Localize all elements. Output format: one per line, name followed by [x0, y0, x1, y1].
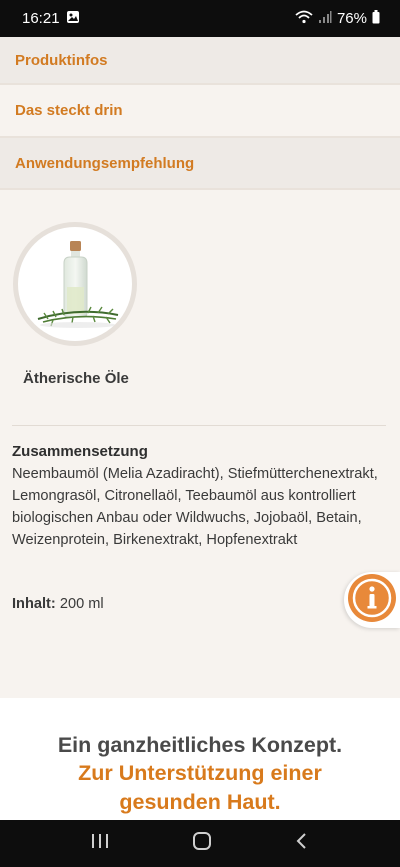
- battery-percent: 76%: [336, 10, 367, 27]
- accordion-label: Anwendungsempfehlung: [15, 154, 195, 172]
- accordion-das-steckt-drin[interactable]: Das steckt drin: [0, 85, 400, 138]
- home-icon[interactable]: [191, 830, 213, 857]
- signal-icon: [318, 10, 332, 28]
- back-icon[interactable]: [294, 831, 310, 856]
- system-navigation-bar: [0, 820, 400, 867]
- product-label: Ätherische Öle: [23, 370, 129, 387]
- accordion-produktinfos[interactable]: Produktinfos: [0, 37, 400, 85]
- promo-headline: Ein ganzheitliches Konzept.: [57, 733, 343, 757]
- status-time: 16:21: [22, 10, 60, 27]
- gallery-notification-icon: [66, 10, 80, 28]
- wifi-icon: [295, 10, 313, 28]
- promo-subline-2: gesunden Haut.: [119, 790, 281, 814]
- info-button[interactable]: [344, 572, 400, 628]
- accordion-label: Das steckt drin: [15, 102, 123, 119]
- divider: [12, 425, 386, 426]
- recent-apps-icon[interactable]: [90, 832, 110, 855]
- essential-oil-bottle-icon: [13, 222, 137, 346]
- content-amount: Inhalt: 200 ml: [12, 596, 104, 612]
- content-label: Inhalt:: [12, 596, 56, 612]
- status-bar: 16:21 76%: [0, 0, 400, 37]
- composition-text: Neembaumöl (Melia Azadiracht), Stiefmütt…: [12, 466, 378, 548]
- accordion-anwendungsempfehlung[interactable]: Anwendungsempfehlung: [0, 138, 400, 190]
- content-value: 200 ml: [55, 596, 104, 612]
- accordion-label: Produktinfos: [15, 51, 108, 69]
- promo-subline-1: Zur Unterstützung einer: [78, 761, 322, 785]
- promo-subline: Zur Unterstützung einer gesunden Haut.: [0, 759, 400, 817]
- battery-icon: [372, 9, 380, 28]
- composition-title: Zusammensetzung: [12, 443, 148, 460]
- info-icon: [347, 573, 397, 628]
